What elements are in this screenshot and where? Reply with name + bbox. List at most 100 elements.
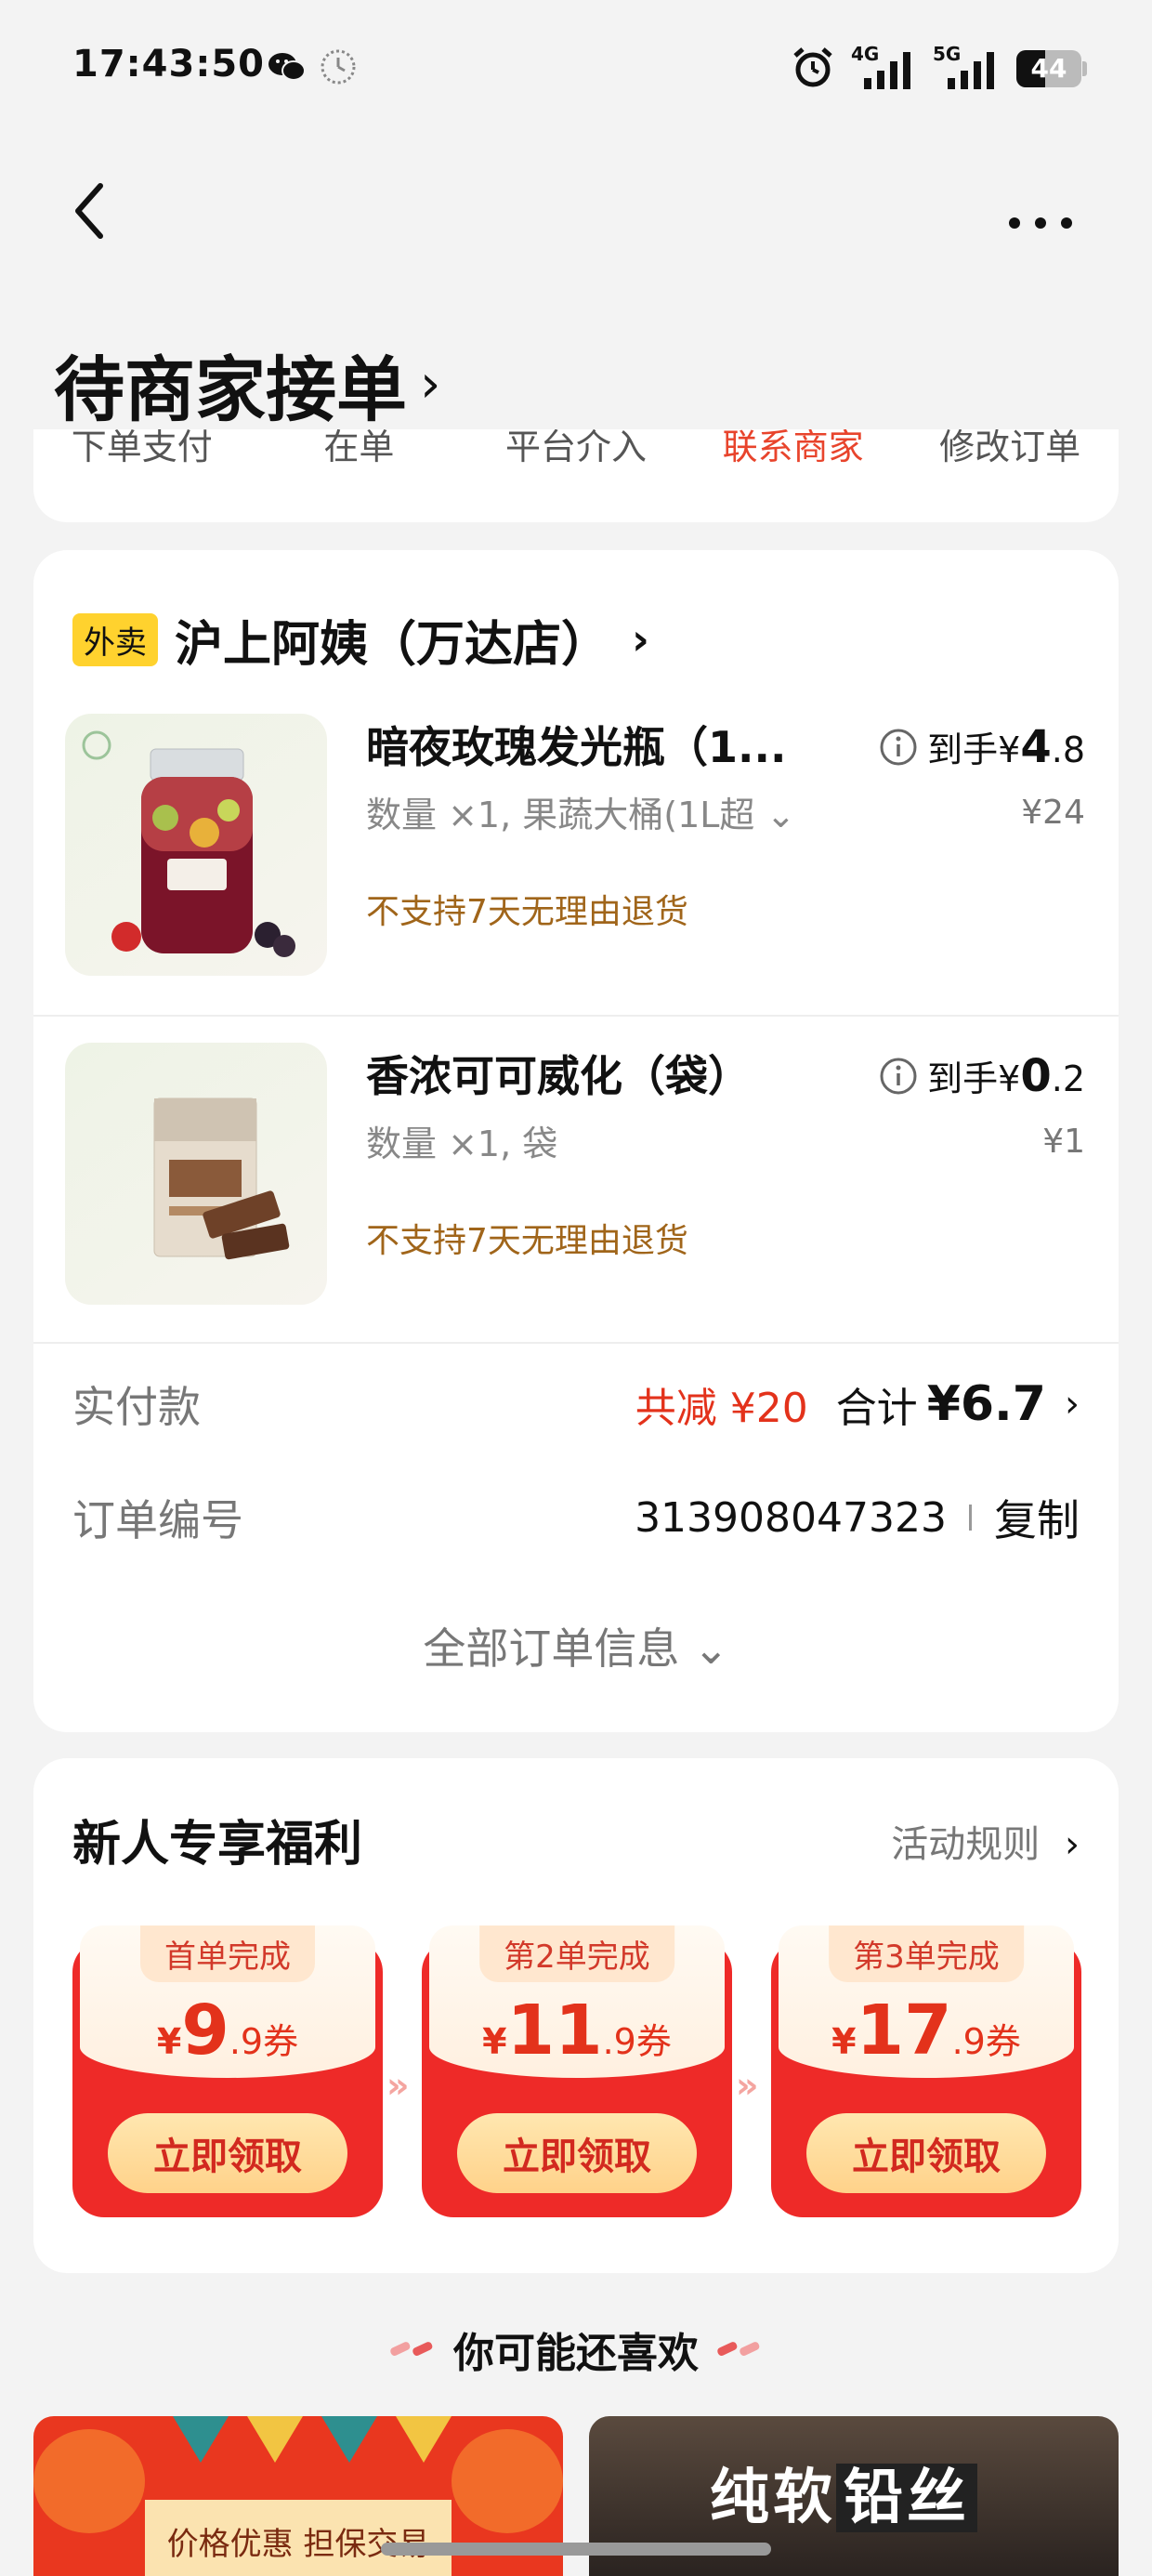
all-order-info-button[interactable]: 全部订单信息 ⌄: [33, 1615, 1119, 1676]
signal-5g-icon: 5G: [925, 43, 1000, 89]
status-bar: 17:43:50 4G 5G 44: [0, 0, 1152, 139]
product-spec-text: 数量 ×1, 果蔬大桶(1L超: [366, 795, 755, 835]
coupon-card[interactable]: 第3单完成 ¥17.9券 立即领取: [771, 1925, 1081, 2217]
coupon-amount: ¥9.9券: [72, 1991, 383, 2070]
more-icon[interactable]: [1003, 204, 1078, 242]
order-number-label: 订单编号: [72, 1495, 243, 1545]
coupon-number: 11: [506, 1991, 603, 2070]
payment-row[interactable]: 实付款 共减 ¥20 合计 ¥6.7 ›: [72, 1372, 1080, 1437]
benefits-title: 新人专享福利: [72, 1817, 363, 1873]
signal-4g-icon: 4G: [851, 43, 912, 89]
order-tracking-card: 下单支付 在单 平台介入 联系商家 修改订单: [33, 429, 1119, 522]
coupon-condition: 第3单完成: [829, 1925, 1024, 1982]
status-time: 17:43:50: [72, 43, 265, 85]
new-user-benefits-card: 新人专享福利 活动规则 › 首单完成 ¥9.9券 立即领取 » 第2单完成 ¥1…: [33, 1758, 1119, 2273]
coupon-yen: ¥: [482, 2021, 507, 2062]
tracking-step: 平台介入: [504, 429, 647, 467]
price-prefix: 到手¥: [927, 729, 1021, 770]
store-name: 沪上阿姨（万达店）: [175, 616, 610, 673]
coupon-decimal: .9券: [229, 2021, 299, 2062]
coupon-yen: ¥: [156, 2021, 182, 2062]
price-decimal: .8: [1051, 729, 1085, 770]
tracking-step: 修改订单: [939, 429, 1081, 467]
order-status-title: 待商家接单: [54, 348, 407, 431]
chevron-right-icon: ›: [1065, 1383, 1080, 1426]
banner-text: 纯软 铅丝: [710, 2450, 977, 2535]
delivery-tag: 外卖: [72, 612, 158, 666]
activity-rules-link[interactable]: 活动规则 ›: [891, 1814, 1080, 1868]
separator: [969, 1505, 972, 1531]
product-image-rose-bottle: [65, 714, 327, 976]
decoration-icon: [717, 2342, 760, 2356]
wechat-icon: [268, 53, 306, 81]
price-integer: 0: [1020, 1050, 1052, 1102]
chevron-right-icon: ›: [632, 614, 649, 664]
page-title[interactable]: 待商家接单 ›: [54, 333, 440, 435]
total-amount: ¥6.7: [926, 1376, 1046, 1432]
alarm-icon: [793, 47, 832, 87]
original-price: ¥24: [1021, 794, 1085, 832]
coupon-decimal: .9券: [951, 2021, 1021, 2062]
coupon-card[interactable]: 第2单完成 ¥11.9券 立即领取: [422, 1925, 732, 2217]
chevron-right-icon: ›: [420, 353, 441, 414]
price-decimal: .2: [1051, 1058, 1085, 1099]
coupon-yen: ¥: [831, 2021, 857, 2062]
chevron-right-icon: ›: [1065, 1823, 1080, 1866]
arrow-icon: »: [386, 2065, 410, 2106]
original-price: ¥1: [1042, 1123, 1085, 1161]
order-card: 外卖 沪上阿姨（万达店） › 暗夜玫瑰发光瓶（1... 数量 ×1, 果蔬大桶(…: [33, 550, 1119, 1732]
coupon-amount: ¥17.9券: [771, 1991, 1081, 2070]
discount-amount: 共减 ¥20: [635, 1385, 808, 1432]
price-integer: 4: [1020, 721, 1052, 773]
battery-indicator: 44: [1016, 50, 1087, 87]
item-price: 到手¥ 4 .8: [879, 721, 1085, 773]
info-icon[interactable]: [879, 728, 918, 767]
info-icon[interactable]: [879, 1057, 918, 1096]
tracking-step: 联系商家: [722, 429, 864, 467]
tracking-step: 在单: [323, 429, 395, 467]
coupon-amount: ¥11.9券: [422, 1991, 732, 2070]
coupon-condition: 第2单完成: [479, 1925, 674, 1982]
product-spec[interactable]: 数量 ×1, 果蔬大桶(1L超 ⌄: [366, 786, 795, 837]
copy-button[interactable]: 复制: [994, 1487, 1080, 1548]
product-spec: 数量 ×1, 袋: [366, 1115, 557, 1166]
total-label: 合计: [835, 1385, 918, 1432]
coupon-decimal: .9券: [602, 2021, 672, 2062]
divider: [33, 1342, 1119, 1344]
tracking-steps: 下单支付 在单 平台介入 联系商家 修改订单: [33, 429, 1119, 469]
return-policy: 不支持7天无理由退货: [366, 893, 688, 931]
coupon-number: 9: [181, 1991, 229, 2070]
back-icon[interactable]: [61, 178, 117, 243]
claim-button[interactable]: 立即领取: [108, 2113, 347, 2193]
banner-text-part: 纯软: [710, 2464, 836, 2532]
activity-rules-label: 活动规则: [891, 1823, 1041, 1866]
item-price: 到手¥ 0 .2: [879, 1050, 1085, 1102]
order-item[interactable]: 暗夜玫瑰发光瓶（1... 数量 ×1, 果蔬大桶(1L超 ⌄ 不支持7天无理由退…: [33, 714, 1119, 1039]
return-policy: 不支持7天无理由退货: [366, 1222, 688, 1260]
clock-icon: [321, 49, 356, 85]
product-title: 暗夜玫瑰发光瓶（1...: [366, 722, 787, 772]
banner-text-highlight: 铅丝: [836, 2464, 977, 2532]
store-row[interactable]: 外卖 沪上阿姨（万达店） ›: [72, 602, 649, 677]
banner-text: 价格优惠 担保交易: [166, 2526, 430, 2563]
decoration-icon: [390, 2342, 433, 2356]
product-spec-text: 数量 ×1, 袋: [366, 1124, 558, 1164]
battery-level: 44: [1030, 53, 1067, 84]
order-number-row: 订单编号 313908047323 复制: [72, 1485, 1080, 1550]
claim-button[interactable]: 立即领取: [806, 2113, 1046, 2193]
chevron-down-icon: ⌄: [766, 795, 796, 835]
divider: [33, 1015, 1119, 1017]
home-indicator[interactable]: [381, 2543, 771, 2556]
arrow-icon: »: [736, 2065, 759, 2106]
order-number: 313908047323: [635, 1493, 947, 1542]
coupon-condition: 首单完成: [140, 1925, 315, 1982]
coupon-card[interactable]: 首单完成 ¥9.9券 立即领取: [72, 1925, 383, 2217]
product-image-cocoa-wafer: [65, 1043, 327, 1305]
order-item[interactable]: 香浓可可威化（袋） 数量 ×1, 袋 不支持7天无理由退货 到手¥ 0 .2 ¥…: [33, 1043, 1119, 1368]
price-prefix: 到手¥: [927, 1058, 1021, 1099]
claim-button[interactable]: 立即领取: [457, 2113, 697, 2193]
recommend-header: 你可能还喜欢: [0, 2320, 1152, 2379]
coupon-number: 17: [856, 1991, 952, 2070]
product-title: 香浓可可威化（袋）: [366, 1051, 751, 1101]
payment-label: 实付款: [72, 1382, 201, 1432]
